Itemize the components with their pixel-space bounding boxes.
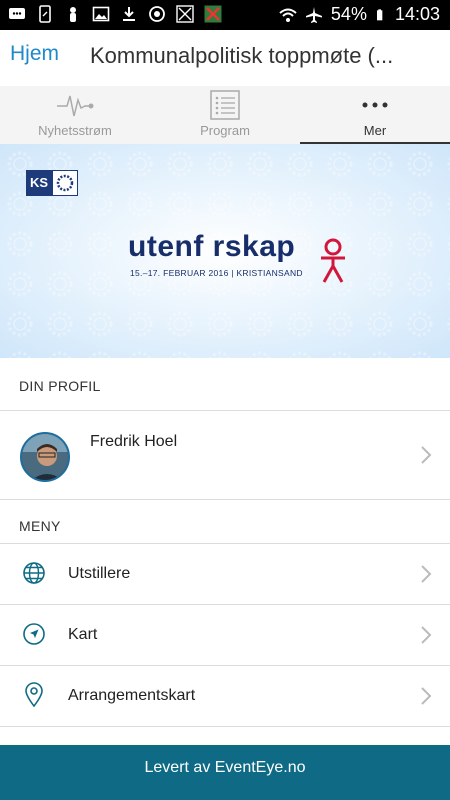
list-icon — [210, 90, 240, 120]
chevron-right-icon — [421, 626, 432, 644]
system-icons: 54% 14:03 — [279, 4, 440, 25]
ks-logo-text: KS — [26, 170, 52, 196]
pulse-icon — [57, 95, 94, 117]
globe-icon — [23, 562, 45, 584]
phone-data-icon — [39, 5, 51, 23]
xbox-icon — [204, 5, 222, 23]
event-banner: KS utenf rskap 15.–17. FEBRUAR 2016 | KR… — [0, 144, 450, 358]
section-title: MENY — [19, 518, 61, 534]
message-icon — [9, 8, 25, 19]
chevron-right-icon — [421, 687, 432, 705]
tab-nyhetsstrom[interactable]: Nyhetsstrøm — [0, 86, 150, 144]
divider — [0, 726, 450, 727]
profile-name: Fredrik Hoel — [90, 433, 178, 450]
menu-item-kart[interactable]: Kart — [0, 605, 450, 665]
tab-label: Mer — [363, 123, 387, 138]
menu-item-label: Arrangementskart — [68, 687, 196, 704]
banner-title: utenf rskap — [128, 230, 296, 263]
battery-icon — [376, 8, 383, 20]
clock: 14:03 — [394, 4, 440, 24]
notification-icons — [8, 5, 222, 23]
app-header: Hjem Kommunalpolitisk toppmøte (... — [0, 30, 450, 86]
avatar — [20, 432, 70, 482]
tab-program[interactable]: Program — [150, 86, 300, 144]
footer-bar[interactable]: Levert av EventEye.no — [0, 745, 450, 800]
ks-ring-icon — [52, 170, 78, 196]
tab-label: Nyhetsstrøm — [38, 123, 112, 138]
section-title: DIN PROFIL — [19, 378, 101, 394]
profile-row[interactable]: Fredrik Hoel — [0, 411, 450, 499]
menu-item-utstillere[interactable]: Utstillere — [0, 544, 450, 604]
menu-item-label: Utstillere — [68, 565, 131, 582]
user-silhouette-icon — [70, 7, 76, 22]
download-icon — [123, 7, 135, 21]
status-bar: 54% 14:03 — [0, 0, 450, 30]
profile-section-header: DIN PROFIL — [0, 358, 450, 410]
wifi-icon — [279, 8, 297, 22]
home-button[interactable]: Hjem — [10, 42, 59, 66]
chevron-right-icon — [421, 446, 432, 464]
menu-item-label: Kart — [68, 626, 98, 643]
tab-bar: Nyhetsstrøm Program Mer — [0, 86, 450, 144]
tab-mer[interactable]: Mer — [300, 86, 450, 144]
app-notification-icon — [176, 5, 194, 23]
banner-subtitle: 15.–17. FEBRUAR 2016 | KRISTIANSAND — [130, 268, 303, 278]
person-figure-icon — [321, 238, 345, 283]
battery-percent: 54% — [330, 4, 367, 24]
navigation-arrow-icon — [23, 623, 45, 645]
page-title: Kommunalpolitisk toppmøte (... — [90, 43, 394, 68]
menu-section-header: MENY — [0, 500, 450, 543]
footer-label: Levert av EventEye.no — [144, 759, 306, 776]
chevron-right-icon — [421, 565, 432, 583]
tab-label: Program — [200, 123, 250, 138]
menu-item-arrangementskart[interactable]: Arrangementskart — [0, 666, 450, 726]
map-pin-icon — [25, 682, 43, 708]
image-icon — [92, 6, 110, 22]
ks-logo: KS — [26, 170, 78, 196]
airplane-mode-icon — [305, 6, 322, 23]
more-icon — [362, 102, 388, 108]
sync-icon — [149, 6, 165, 22]
